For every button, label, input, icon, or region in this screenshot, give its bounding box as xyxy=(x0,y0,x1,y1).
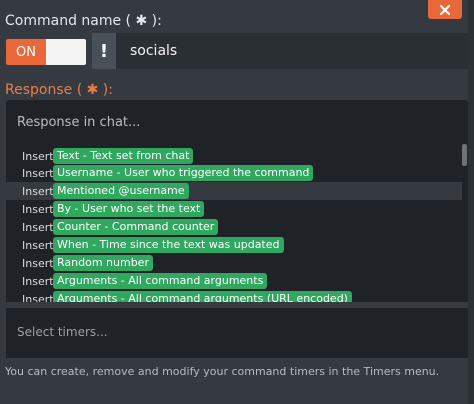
insert-label: Insert xyxy=(22,238,54,252)
insert-label: Insert xyxy=(22,166,54,180)
variable-badge: Arguments - All command arguments xyxy=(53,273,268,289)
insert-label: Insert xyxy=(22,149,54,163)
response-label: Response ( ✱ ): xyxy=(5,82,113,98)
required-mark: ✱ xyxy=(86,82,99,98)
dropdown-item[interactable]: Insert Arguments - All command arguments xyxy=(6,272,462,290)
enabled-toggle[interactable]: ON xyxy=(6,39,86,65)
exclamation-icon: ! xyxy=(99,40,109,62)
dropdown-item[interactable]: Insert Mentioned @username xyxy=(6,182,462,200)
insert-label: Insert xyxy=(22,274,54,288)
variable-badge: Counter - Command counter xyxy=(53,219,219,235)
insert-label: Insert xyxy=(22,184,54,198)
dropdown-item[interactable]: Insert Username - User who triggered the … xyxy=(6,164,462,182)
insert-label: Insert xyxy=(22,220,54,234)
variable-badge: When - Time since the text was updated xyxy=(53,237,284,253)
dropdown-item[interactable]: Insert When - Time since the text was upd… xyxy=(6,236,462,254)
close-button[interactable] xyxy=(428,0,462,19)
dropdown-item[interactable]: Insert By - User who set the text xyxy=(6,200,462,218)
command-name-label-text: Command name xyxy=(5,13,122,29)
command-name-label: Command name ( ✱ ): xyxy=(5,13,162,29)
variable-badge: Mentioned @username xyxy=(53,183,189,199)
command-name-value: socials xyxy=(130,43,178,59)
response-placeholder: Response in chat... xyxy=(17,115,141,130)
dropdown-item[interactable]: Insert Text - Text set from chat xyxy=(6,147,462,165)
timers-placeholder: Select timers... xyxy=(17,325,108,339)
variable-badge: Username - User who triggered the comman… xyxy=(53,165,314,181)
insert-label: Insert xyxy=(22,202,54,216)
dropdown-scrollbar-thumb[interactable] xyxy=(462,144,467,166)
dropdown-scrollbar-track[interactable] xyxy=(462,144,468,302)
response-label-text: Response xyxy=(5,82,73,98)
warning-button[interactable]: ! xyxy=(92,33,116,69)
insert-label: Insert xyxy=(22,292,54,303)
variable-dropdown: Insert Text - Text set from chat Insert Use… xyxy=(6,144,468,302)
dropdown-item[interactable]: Insert Arguments - All command arguments … xyxy=(6,290,462,302)
timers-info-text: You can create, remove and modify your c… xyxy=(5,365,440,378)
close-icon xyxy=(440,4,450,15)
dropdown-item[interactable]: Insert Random number xyxy=(6,254,462,272)
panel-edge xyxy=(468,0,474,404)
variable-badge: Arguments - All command arguments (URL e… xyxy=(53,291,352,302)
required-mark: ✱ xyxy=(135,13,148,29)
variable-badge: Text - Text set from chat xyxy=(53,148,194,164)
insert-label: Insert xyxy=(22,256,54,270)
variable-badge: Random number xyxy=(53,255,153,271)
toggle-knob xyxy=(46,39,86,65)
toggle-on-label: ON xyxy=(6,39,46,65)
dropdown-item[interactable]: Insert Counter - Command counter xyxy=(6,218,462,236)
variable-badge: By - User who set the text xyxy=(53,201,205,217)
